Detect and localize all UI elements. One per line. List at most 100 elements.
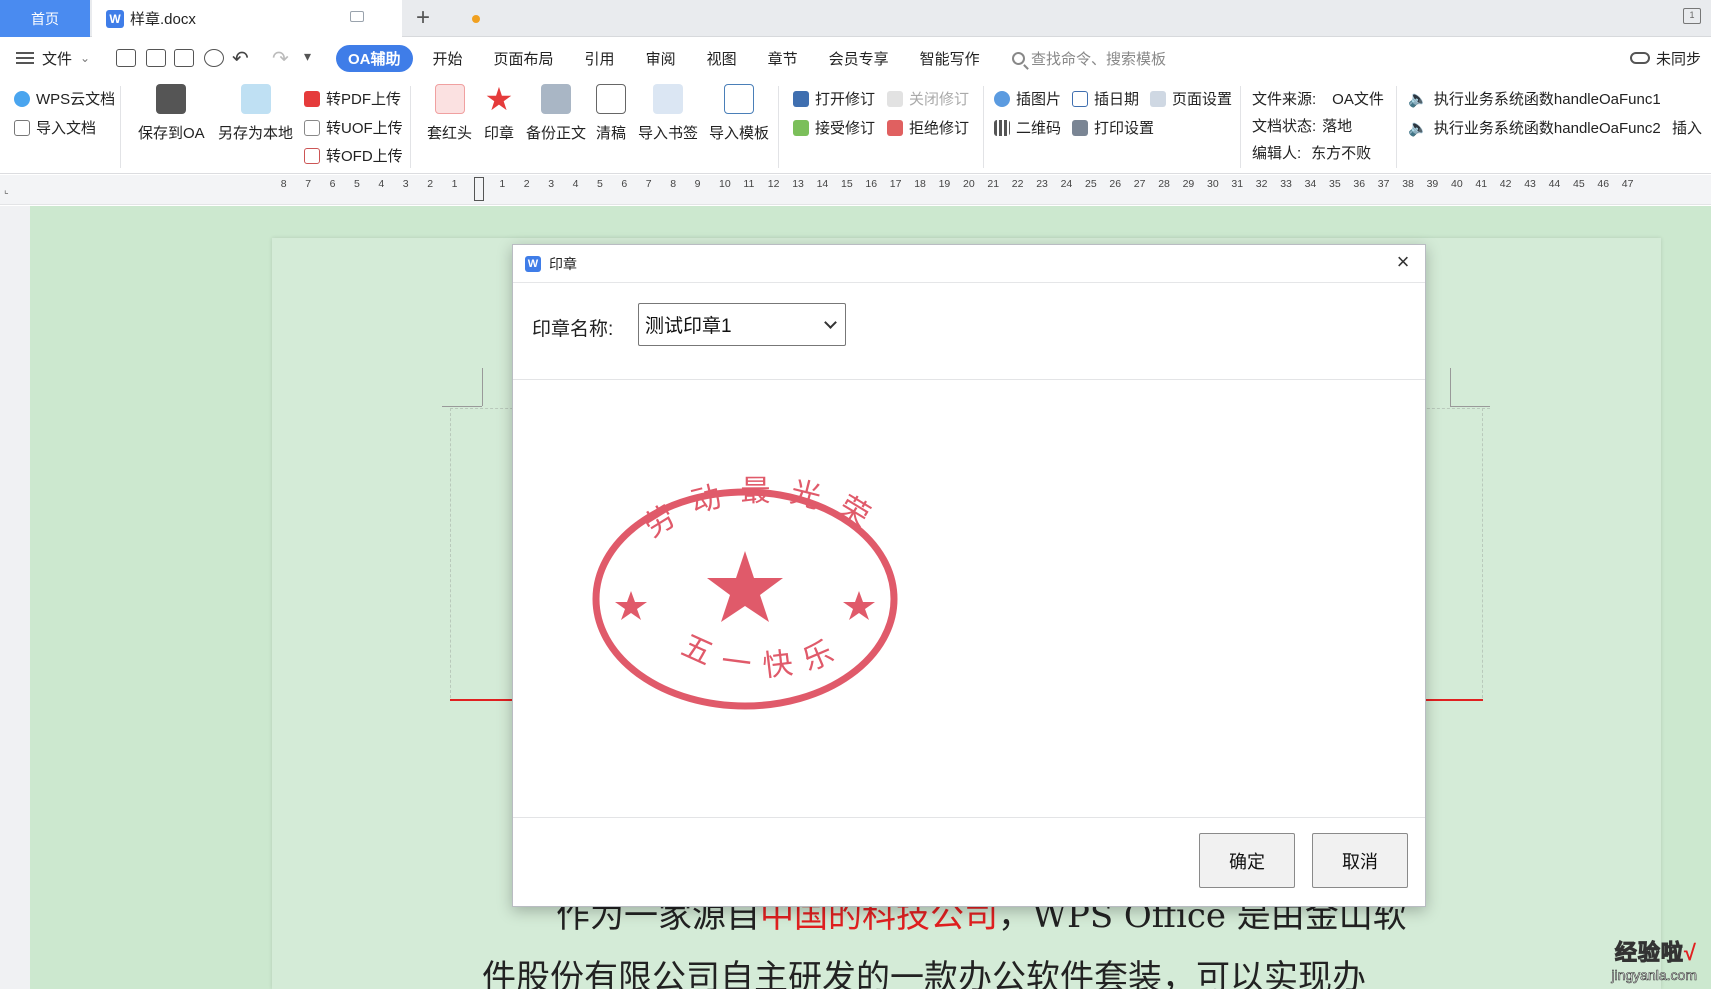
watermark-text: 经验啦 xyxy=(1614,940,1684,966)
tab-review[interactable]: 审阅 xyxy=(646,48,676,69)
print-preview-icon[interactable] xyxy=(204,49,224,67)
reject-revision-button[interactable]: 拒绝修订 xyxy=(887,117,969,138)
template-icon xyxy=(724,84,754,114)
print-icon[interactable] xyxy=(174,49,194,67)
func2-label: 执行业务系统函数handleOaFunc2 xyxy=(1433,120,1661,137)
seal-stamp: 劳动最光荣 五一快乐 xyxy=(592,474,898,710)
monitor-icon xyxy=(793,90,809,107)
tab-member[interactable]: 会员专享 xyxy=(829,48,889,69)
watermark-title: 经验啦√ xyxy=(1611,935,1697,967)
ruler-number: 9 xyxy=(694,178,701,190)
save-icon[interactable] xyxy=(116,49,136,67)
func2-button[interactable]: 🔈 执行业务系统函数handleOaFunc2 xyxy=(1408,117,1661,138)
crop-mark xyxy=(482,368,483,406)
backup-body-button[interactable]: 备份正文 xyxy=(526,84,586,143)
backup-icon xyxy=(541,84,571,114)
tab-chapter[interactable]: 章节 xyxy=(768,48,798,69)
qr-code-button[interactable]: 二维码 xyxy=(994,117,1061,138)
cancel-button[interactable]: 取消 xyxy=(1312,833,1408,888)
margin-guide xyxy=(1482,408,1483,698)
divider xyxy=(120,86,121,168)
undo-icon[interactable]: ↶ xyxy=(232,46,249,71)
uof-icon xyxy=(304,119,320,136)
insert-date-button[interactable]: 插日期 xyxy=(1072,88,1139,109)
export-icon[interactable] xyxy=(146,49,166,67)
tab-view[interactable]: 视图 xyxy=(707,48,737,69)
ruler-number: 28 xyxy=(1158,178,1170,190)
tab-smart-writing[interactable]: 智能写作 xyxy=(920,48,980,69)
dialog-titlebar[interactable]: W 印章 × xyxy=(513,245,1425,283)
divider xyxy=(1396,86,1397,168)
check-icon: √ xyxy=(1683,940,1697,965)
clean-draft-button[interactable]: 清稿 xyxy=(596,84,626,143)
ruler-number: 47 xyxy=(1621,178,1634,190)
ruler-number: 27 xyxy=(1133,178,1146,190)
window-switch-icon[interactable]: 1 xyxy=(1683,8,1701,24)
tab-page-layout[interactable]: 页面布局 xyxy=(494,48,554,69)
document-line[interactable]: 件股份有限公司自主研发的一款办公软件套装，可以实现办 xyxy=(482,950,1366,989)
to-uof-button[interactable]: 转UOF上传 xyxy=(304,117,403,138)
import-template-button[interactable]: 导入模板 xyxy=(709,84,769,143)
ruler-number: 4 xyxy=(572,178,579,190)
page-setup-button[interactable]: 页面设置 xyxy=(1150,88,1232,109)
to-pdf-label: 转PDF上传 xyxy=(326,91,402,108)
insert-more-button[interactable]: 插入 xyxy=(1672,117,1702,138)
close-revision-button[interactable]: 关闭修订 xyxy=(887,88,969,109)
command-search[interactable]: 查找命令、搜索模板 xyxy=(1012,38,1166,78)
seal-button[interactable]: ★ 印章 xyxy=(484,83,514,143)
seal-name-select[interactable]: 测试印章1 xyxy=(638,303,846,346)
ok-button[interactable]: 确定 xyxy=(1199,833,1295,888)
import-doc-label: 导入文档 xyxy=(36,120,97,137)
accept-revision-button[interactable]: 接受修订 xyxy=(793,117,875,138)
ruler-number: 6 xyxy=(329,178,336,190)
to-pdf-button[interactable]: 转PDF上传 xyxy=(304,88,401,109)
red-header-button[interactable]: 套红头 xyxy=(427,84,472,143)
clean-icon xyxy=(596,84,626,114)
ruler-number: 24 xyxy=(1060,178,1073,190)
divider xyxy=(410,86,411,168)
save-local-button[interactable]: 另存为本地 xyxy=(218,84,293,143)
sync-status[interactable]: 未同步 xyxy=(1629,38,1701,78)
ruler-corner: ⌞ xyxy=(4,185,9,196)
page-setup-label: 页面设置 xyxy=(1172,91,1233,108)
ruler-number: 43 xyxy=(1524,178,1536,190)
tab-references[interactable]: 引用 xyxy=(585,48,615,69)
close-icon[interactable]: × xyxy=(1393,251,1413,273)
import-bookmark-button[interactable]: 导入书签 xyxy=(638,84,698,143)
func1-label: 执行业务系统函数handleOaFunc1 xyxy=(1433,91,1661,108)
open-revision-button[interactable]: 打开修订 xyxy=(793,88,875,109)
new-tab-button[interactable]: + xyxy=(416,4,430,32)
ruler-number: 39 xyxy=(1426,178,1439,190)
print-setup-button[interactable]: 打印设置 xyxy=(1072,117,1154,138)
redo-icon[interactable]: ↷ xyxy=(272,46,289,71)
menu-bar: 文件 ⌄ ↶ ↷ ▾ OA辅助 开始 页面布局 引用 审阅 视图 章节 会员专享… xyxy=(0,38,1711,78)
import-doc-button[interactable]: 导入文档 xyxy=(14,117,96,138)
reject-icon xyxy=(887,119,903,136)
divider xyxy=(1240,86,1241,168)
ruler-number: 22 xyxy=(1011,178,1024,190)
tab-document[interactable]: W 样章.docx xyxy=(92,0,480,37)
ruler-number: 20 xyxy=(963,178,975,190)
save-to-oa-button[interactable]: 保存到OA xyxy=(138,84,205,143)
ruler-number: 46 xyxy=(1597,178,1610,190)
wps-cloud-button[interactable]: WPS云文档 xyxy=(14,88,115,109)
tab-oa-assist[interactable]: OA辅助 xyxy=(336,44,413,72)
tab-home[interactable]: 首页 xyxy=(0,0,90,37)
ruler-number: 7 xyxy=(645,178,652,190)
ruler-number: 35 xyxy=(1329,178,1341,190)
to-ofd-button[interactable]: 转OFD上传 xyxy=(304,145,403,166)
open-revision-label: 打开修订 xyxy=(815,91,876,108)
text-run: 件股份有限公司自主研发的一款办公软件套装，可以实现办 xyxy=(482,958,1366,989)
tab-home-ribbon[interactable]: 开始 xyxy=(433,48,463,69)
ruler-number: 37 xyxy=(1377,178,1390,190)
ruler-number: 11 xyxy=(743,178,755,190)
cloud-icon xyxy=(14,90,30,107)
monitor-icon[interactable] xyxy=(350,11,364,22)
file-menu[interactable]: 文件 ⌄ xyxy=(16,38,90,78)
customize-quick-access-icon[interactable]: ▾ xyxy=(304,48,311,65)
horizontal-ruler[interactable]: ⌞ 8 7 6 5 4 3 2 1 1 2 3 4 5 6 7 8 9 10 11 12 13 14 15 16 17 18 19 2… xyxy=(0,175,1711,205)
indent-marker[interactable] xyxy=(474,177,484,201)
insert-picture-button[interactable]: 插图片 xyxy=(994,88,1061,109)
ruler-number: 16 xyxy=(865,178,878,190)
func1-button[interactable]: 🔈 执行业务系统函数handleOaFunc1 xyxy=(1408,88,1661,109)
